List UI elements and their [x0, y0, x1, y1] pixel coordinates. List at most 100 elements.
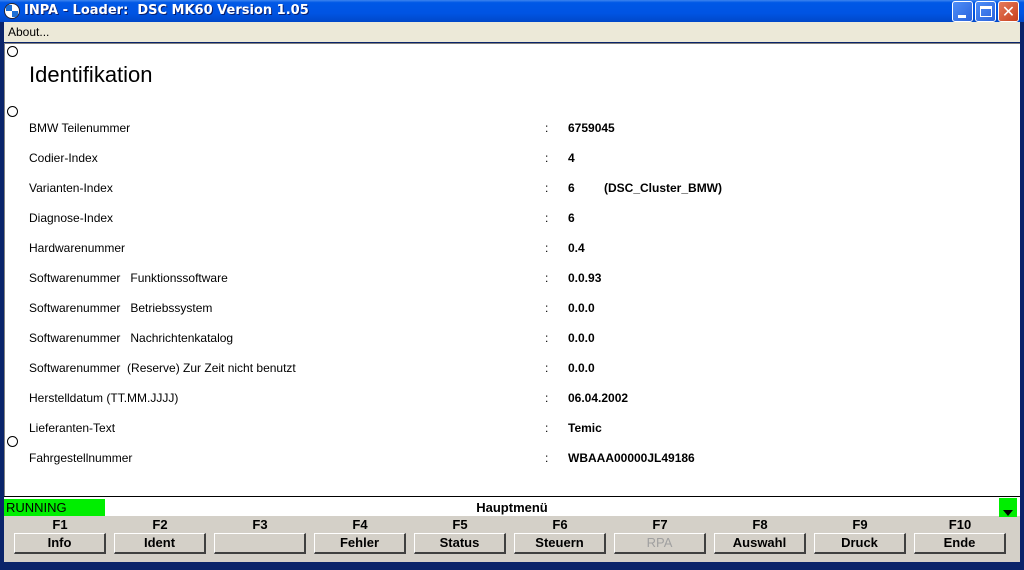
row-label: Herstelldatum (TT.MM.JJJJ) [29, 391, 179, 405]
fkey-button-f10[interactable]: Ende [914, 533, 1006, 554]
row-colon: : [545, 301, 549, 315]
fkey-button-f2[interactable]: Ident [114, 533, 206, 554]
table-row: Hardwarenummer: 0.4 [5, 241, 1005, 257]
fkey-label: F9 [852, 517, 868, 532]
table-row: Softwarenummer (Reserve) Zur Zeit nicht … [5, 361, 1005, 377]
table-row: Softwarenummer Betriebssystem: 0.0.0 [5, 301, 1005, 317]
row-colon: : [545, 121, 549, 135]
fkey-label: F4 [352, 517, 368, 532]
fkey-button-f4[interactable]: Fehler [314, 533, 406, 554]
bmw-logo-icon[interactable] [4, 3, 20, 19]
row-label: Fahrgestellnummer [29, 451, 133, 465]
row-value: 6 [568, 211, 575, 225]
row-colon: : [545, 271, 549, 285]
fkey-label: F6 [552, 517, 568, 532]
row-value: 6 [568, 181, 575, 195]
row-colon: : [545, 331, 549, 345]
row-colon: : [545, 211, 549, 225]
table-row: Fahrgestellnummer: WBAAA00000JL49186 [5, 451, 1005, 467]
table-row: Codier-Index: 4 [5, 151, 1005, 167]
row-label: Codier-Index [29, 151, 98, 165]
maximize-button[interactable] [975, 1, 996, 22]
close-button[interactable]: ✕ [998, 1, 1019, 22]
fkey-label: F8 [752, 517, 768, 532]
row-label: Softwarenummer Nachrichtenkatalog [29, 331, 234, 345]
fkey-f1: F1 Info [14, 516, 106, 556]
row-colon: : [545, 361, 549, 375]
row-value: 0.4 [568, 241, 585, 255]
table-row: Lieferanten-Text: Temic [5, 421, 1005, 437]
minimize-icon [958, 15, 966, 18]
fkey-label: F7 [652, 517, 668, 532]
row-colon: : [545, 151, 549, 165]
row-value: 4 [568, 151, 575, 165]
row-value: 0.0.93 [568, 271, 602, 285]
menu-bar: About... [4, 22, 1020, 42]
table-row: Herstelldatum (TT.MM.JJJJ): 06.04.2002 [5, 391, 1005, 407]
window-title: INPA - Loader: DSC MK60 Version 1.05 [24, 3, 309, 18]
fkey-f9: F9 Druck [814, 516, 906, 556]
fkey-f10: F10 Ende [914, 516, 1006, 556]
row-label: Lieferanten-Text [29, 421, 116, 435]
table-row: BMW Teilenummer: 6759045 [5, 121, 1005, 137]
fkey-label: F1 [52, 517, 68, 532]
close-icon: ✕ [1001, 2, 1016, 21]
fkey-button-f5[interactable]: Status [414, 533, 506, 554]
fkey-button-f1[interactable]: Info [14, 533, 106, 554]
fkey-f4: F4 Fehler [314, 516, 406, 556]
bottom-panel: Hauptmenü RUNNING F1 Info F2 Ident F3 F4 Fehle… [4, 496, 1020, 562]
page-title: Identifikation [29, 62, 153, 87]
row-label: Softwarenummer (Reserve) Zur Zeit nicht … [29, 361, 296, 375]
row-colon: : [545, 451, 549, 465]
row-label: BMW Teilenummer [29, 121, 131, 135]
fkey-button-f8[interactable]: Auswahl [714, 533, 806, 554]
circle-marker-icon [7, 106, 18, 117]
fkey-label: F2 [152, 517, 168, 532]
row-label: Varianten-Index [29, 181, 113, 195]
row-value: Temic [568, 421, 602, 435]
fkey-button-f7: RPA [614, 533, 706, 554]
fkey-label: F5 [452, 517, 468, 532]
row-label: Diagnose-Index [29, 211, 114, 225]
fkey-button-f6[interactable]: Steuern [514, 533, 606, 554]
table-row: Softwarenummer Funktionssoftware: 0.0.93 [5, 271, 1005, 287]
fkey-label: F3 [252, 517, 268, 532]
maximize-icon [980, 6, 992, 17]
status-line: Hauptmenü RUNNING [4, 496, 1020, 517]
row-label: Softwarenummer Funktionssoftware [29, 271, 228, 285]
row-value: 0.0.0 [568, 331, 595, 345]
menu-title: Hauptmenü [476, 500, 548, 515]
row-colon: : [545, 181, 549, 195]
row-label: Softwarenummer Betriebssystem [29, 301, 213, 315]
fkey-f6: F6 Steuern [514, 516, 606, 556]
row-extra: (DSC_Cluster_BMW) [604, 181, 723, 195]
fkey-f7: F7 RPA [614, 516, 706, 556]
function-key-bar: F1 Info F2 Ident F3 F4 Fehler F5 Status F6 Steuern… [4, 516, 1020, 562]
fkey-f8: F8 Auswahl [714, 516, 806, 556]
running-indicator: RUNNING [4, 499, 105, 516]
row-colon: : [545, 241, 549, 255]
inpa-window: INPA - Loader: DSC MK60 Version 1.05 ✕ A… [0, 0, 1024, 570]
fkey-button-f3[interactable] [214, 533, 306, 554]
fkey-button-f9[interactable]: Druck [814, 533, 906, 554]
title-bar[interactable]: INPA - Loader: DSC MK60 Version 1.05 ✕ [0, 0, 1024, 22]
ident-panel: Identifikation BMW Teilenummer: 6759045 Co… [4, 43, 1020, 496]
fkey-f3: F3 [214, 516, 306, 556]
row-value: 0.0.0 [568, 361, 595, 375]
table-row: Softwarenummer Nachrichtenkatalog: 0.0.0 [5, 331, 1005, 347]
scroll-down-indicator[interactable] [999, 498, 1017, 517]
row-value: WBAAA00000JL49186 [568, 451, 695, 465]
table-row: Varianten-Index: 6 (DSC_Cluster_BMW) [5, 181, 1005, 197]
circle-marker-icon [7, 46, 18, 57]
row-value: 06.04.2002 [568, 391, 629, 405]
fkey-label: F10 [948, 517, 972, 532]
table-row: Diagnose-Index: 6 [5, 211, 1005, 227]
row-value: 6759045 [568, 121, 615, 135]
row-value: 0.0.0 [568, 301, 595, 315]
row-colon: : [545, 421, 549, 435]
row-label: Hardwarenummer [29, 241, 126, 255]
circle-marker-icon [7, 436, 18, 447]
fkey-f2: F2 Ident [114, 516, 206, 556]
minimize-button[interactable] [952, 1, 973, 22]
menu-about[interactable]: About... [8, 25, 49, 39]
